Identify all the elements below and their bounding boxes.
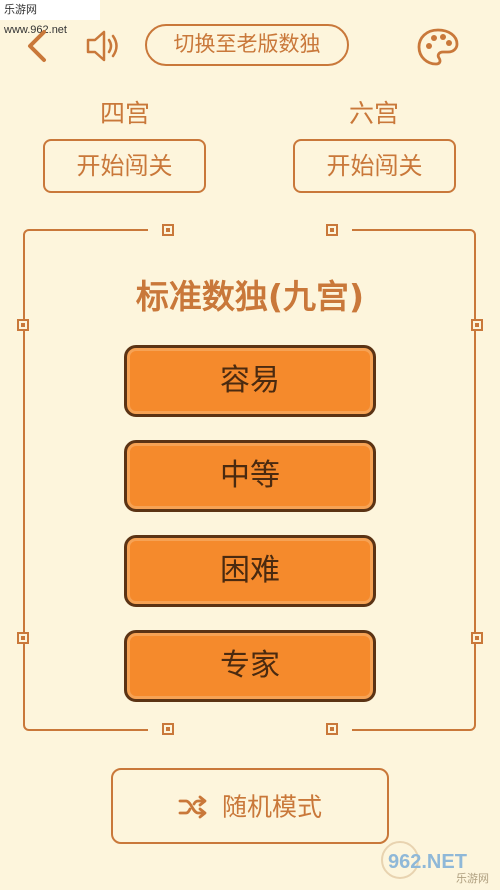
random-mode-label: 随机模式 — [221, 792, 322, 822]
frame-ornament — [17, 319, 29, 331]
frame-ornament — [162, 723, 174, 735]
chevron-left-icon — [28, 30, 46, 62]
standard-sudoku-title: 标准数独(九宫) — [135, 277, 365, 316]
six-grid-start-button[interactable]: 开始闯关 — [293, 139, 456, 193]
top-bar: 切换至老版数独 — [0, 24, 500, 68]
watermark-sub: 乐游网 — [456, 872, 489, 885]
random-mode-button[interactable]: 随机模式 — [111, 768, 389, 844]
shuffle-icon — [178, 795, 207, 819]
sound-button[interactable] — [82, 26, 126, 66]
frame-ornament — [326, 723, 338, 735]
frame-ornament — [471, 632, 483, 644]
frame-ornament — [326, 224, 338, 236]
watermark-top-left: 乐游网 www.962.net — [0, 0, 100, 36]
frame-ornament — [471, 319, 483, 331]
watermark-logo: 962.NET 乐游网 — [381, 841, 489, 885]
frame-ornament — [17, 632, 29, 644]
four-grid-title: 四宫 — [99, 99, 150, 128]
frame-bottom-gap — [148, 727, 352, 735]
frame-top-gap — [148, 226, 352, 234]
easy-button[interactable]: 容易 — [124, 345, 376, 417]
speaker-icon — [86, 30, 118, 62]
hard-button[interactable]: 困难 — [124, 535, 376, 607]
six-grid-title: 六宫 — [348, 99, 399, 128]
switch-old-version-button[interactable]: 切换至老版数独 — [145, 24, 349, 66]
palette-icon — [417, 28, 459, 66]
frame-ornament — [162, 224, 174, 236]
four-grid-start-button[interactable]: 开始闯关 — [43, 139, 206, 193]
watermark-bottom-right: 962.NET 乐游网 — [378, 838, 498, 886]
theme-button[interactable] — [414, 26, 462, 68]
expert-button[interactable]: 专家 — [124, 630, 376, 702]
back-button[interactable] — [20, 26, 54, 66]
watermark-brand: 962.NET — [388, 851, 467, 873]
medium-button[interactable]: 中等 — [124, 440, 376, 512]
